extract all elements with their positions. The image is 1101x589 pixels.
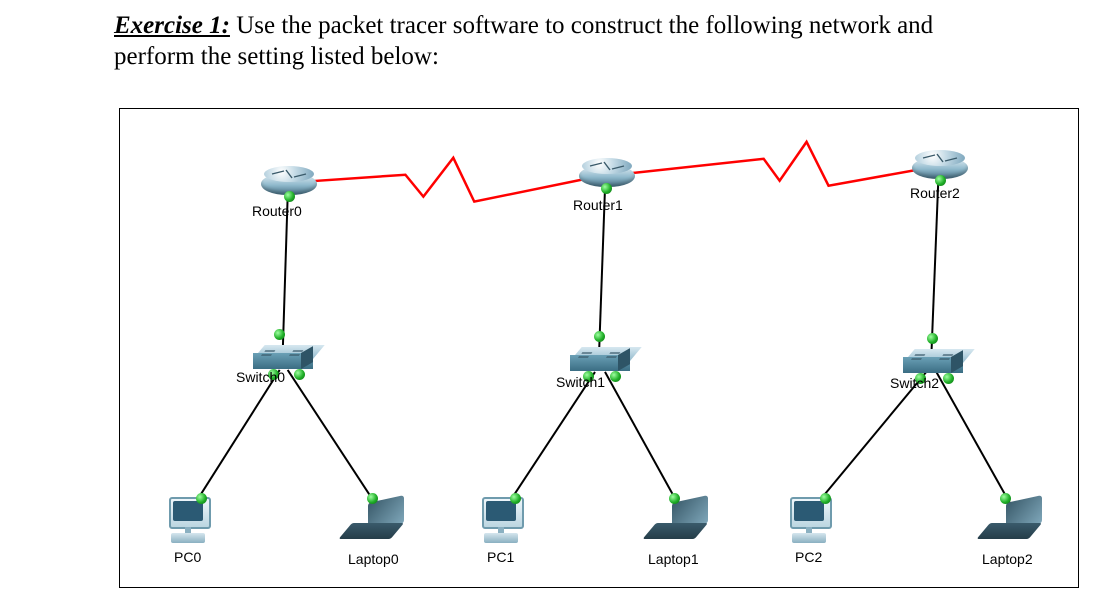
exercise-instructions: Exercise 1: Use the packet tracer softwa…	[114, 10, 1004, 73]
port-status-icon	[274, 329, 285, 340]
link-serial-router0-router1	[290, 158, 601, 202]
laptop-icon[interactable]	[656, 499, 714, 543]
laptop-label: Laptop2	[982, 551, 1033, 567]
pc-label: PC2	[795, 549, 822, 565]
port-status-icon	[1000, 493, 1011, 504]
link-copper-switch2-laptop2	[936, 372, 1011, 505]
laptop-icon[interactable]	[990, 499, 1048, 543]
port-status-icon	[601, 183, 612, 194]
switch-label: Switch2	[890, 375, 939, 391]
link-copper-switch2-pc2	[816, 372, 927, 505]
laptop-label: Laptop0	[348, 551, 399, 567]
port-status-icon	[927, 333, 938, 344]
switch-label: Switch1	[556, 374, 605, 390]
router-label: Router0	[252, 203, 302, 219]
port-status-icon	[196, 493, 207, 504]
link-copper-switch0-laptop0	[288, 370, 377, 505]
port-status-icon	[510, 493, 521, 504]
laptop-label: Laptop1	[648, 551, 699, 567]
router-label: Router1	[573, 197, 623, 213]
link-copper-switch0-pc0	[194, 370, 280, 505]
pc-icon[interactable]	[165, 497, 213, 543]
port-status-icon	[367, 493, 378, 504]
port-status-icon	[294, 369, 305, 380]
pc-label: PC0	[174, 549, 201, 565]
link-serial-router1-router2	[607, 142, 934, 186]
router-label: Router2	[910, 185, 960, 201]
exercise-text: Use the packet tracer software to constr…	[114, 12, 933, 70]
exercise-label: Exercise 1:	[114, 12, 230, 39]
link-copper-switch1-pc1	[507, 372, 595, 505]
switch-label: Switch0	[236, 369, 285, 385]
port-status-icon	[610, 371, 621, 382]
port-status-icon	[284, 191, 295, 202]
port-status-icon	[669, 493, 680, 504]
port-status-icon	[820, 493, 831, 504]
switch-icon[interactable]	[570, 347, 630, 377]
pc-icon[interactable]	[478, 497, 526, 543]
topology-frame: Router0 Router1 Router2 Switch0 Switch1	[119, 108, 1079, 588]
port-status-icon	[594, 331, 605, 342]
pc-icon[interactable]	[786, 497, 834, 543]
link-copper-switch1-laptop1	[605, 372, 679, 505]
link-copper-router2-switch2	[931, 181, 938, 357]
laptop-icon[interactable]	[352, 499, 410, 543]
pc-label: PC1	[487, 549, 514, 565]
port-status-icon	[943, 373, 954, 384]
